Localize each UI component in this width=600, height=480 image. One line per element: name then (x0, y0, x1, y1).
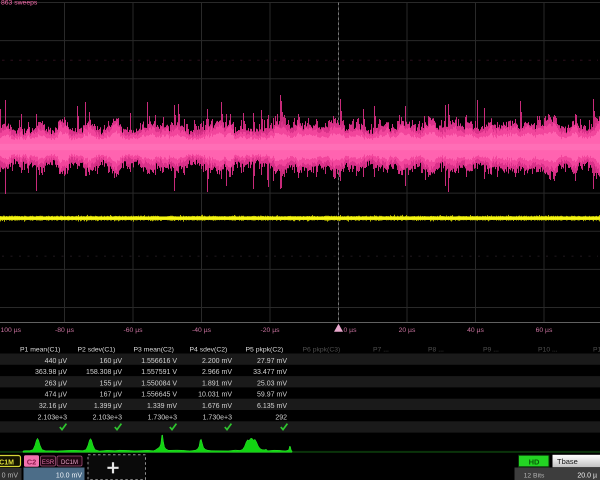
svg-text:292: 292 (275, 414, 287, 421)
svg-text:-40 µs: -40 µs (192, 327, 212, 334)
svg-text:0 mV: 0 mV (2, 473, 19, 480)
svg-text:12 Bits: 12 Bits (524, 473, 545, 480)
svg-text:40 µs: 40 µs (467, 327, 484, 334)
svg-text:2.200 mV: 2.200 mV (202, 358, 232, 365)
svg-text:P2 sdev(C1): P2 sdev(C1) (78, 347, 116, 354)
svg-text:-60 µs: -60 µs (123, 327, 143, 334)
svg-text:160 µV: 160 µV (100, 358, 123, 365)
svg-text:1.557591 V: 1.557591 V (141, 369, 177, 376)
svg-text:60 µs: 60 µs (536, 327, 553, 334)
svg-text:158.308 µV: 158.308 µV (86, 369, 122, 376)
svg-text:33.477 mV: 33.477 mV (253, 369, 287, 376)
svg-text:1.676 mV: 1.676 mV (202, 403, 232, 410)
svg-text:20.0 µ: 20.0 µ (577, 473, 597, 480)
svg-text:167 µV: 167 µV (100, 392, 123, 399)
svg-text:1.730e+3: 1.730e+3 (148, 414, 177, 421)
svg-text:-80 µs: -80 µs (55, 327, 75, 334)
svg-text:P5 pkpk(C2): P5 pkpk(C2) (246, 347, 284, 354)
svg-text:155 µV: 155 µV (100, 380, 123, 387)
svg-text:1.399 µV: 1.399 µV (94, 403, 122, 410)
svg-text:1.556645 V: 1.556645 V (141, 392, 177, 399)
svg-text:ESR: ESR (42, 460, 55, 466)
svg-text:P1 mean(C1): P1 mean(C1) (20, 347, 60, 354)
svg-text:P10 ...: P10 ... (538, 347, 558, 354)
svg-text:1.556616 V: 1.556616 V (141, 358, 177, 365)
svg-text:363.98 µV: 363.98 µV (35, 369, 67, 376)
svg-text:6.135 mV: 6.135 mV (257, 403, 287, 410)
svg-text:DC1M: DC1M (61, 460, 78, 466)
svg-text:P3 mean(C2): P3 mean(C2) (134, 347, 174, 354)
svg-text:474 µV: 474 µV (45, 392, 68, 399)
svg-text:P4 sdev(C2): P4 sdev(C2) (190, 347, 228, 354)
svg-text:P9 ...: P9 ... (483, 347, 499, 354)
svg-text:0 µs: 0 µs (344, 327, 358, 334)
svg-text:10.0 mV: 10.0 mV (56, 472, 82, 479)
svg-text:1.891 mV: 1.891 mV (202, 380, 232, 387)
svg-text:32.16 µV: 32.16 µV (39, 403, 67, 410)
svg-text:2.966 mV: 2.966 mV (202, 369, 232, 376)
svg-text:1.339 mV: 1.339 mV (147, 403, 177, 410)
svg-text:DC1M: DC1M (0, 459, 14, 466)
svg-text:25.03 mV: 25.03 mV (257, 380, 287, 387)
svg-text:P1: P1 (593, 347, 600, 354)
svg-text:-20 µs: -20 µs (260, 327, 280, 334)
svg-text:59.97 mV: 59.97 mV (257, 392, 287, 399)
svg-text:HD: HD (529, 457, 540, 466)
svg-text:2.103e+3: 2.103e+3 (38, 414, 67, 421)
svg-text:20 µs: 20 µs (399, 327, 416, 334)
svg-text:1.730e+3: 1.730e+3 (203, 414, 232, 421)
svg-text:263 µV: 263 µV (45, 380, 68, 387)
svg-text:10.031 mV: 10.031 mV (198, 392, 232, 399)
svg-text:P8 ...: P8 ... (428, 347, 444, 354)
svg-text:27.97 mV: 27.97 mV (257, 358, 287, 365)
svg-text:440 µV: 440 µV (45, 358, 68, 365)
svg-text:1.550084 V: 1.550084 V (141, 380, 177, 387)
svg-text:P6 pkpk(C3): P6 pkpk(C3) (303, 347, 341, 354)
svg-text:2.103e+3: 2.103e+3 (93, 414, 122, 421)
svg-text:100 µs: 100 µs (1, 327, 22, 334)
svg-text:Tbase: Tbase (557, 457, 578, 466)
svg-text:C2: C2 (27, 457, 37, 466)
svg-text:863 sweeps: 863 sweeps (1, 0, 38, 7)
svg-text:P7 ...: P7 ... (373, 347, 389, 354)
